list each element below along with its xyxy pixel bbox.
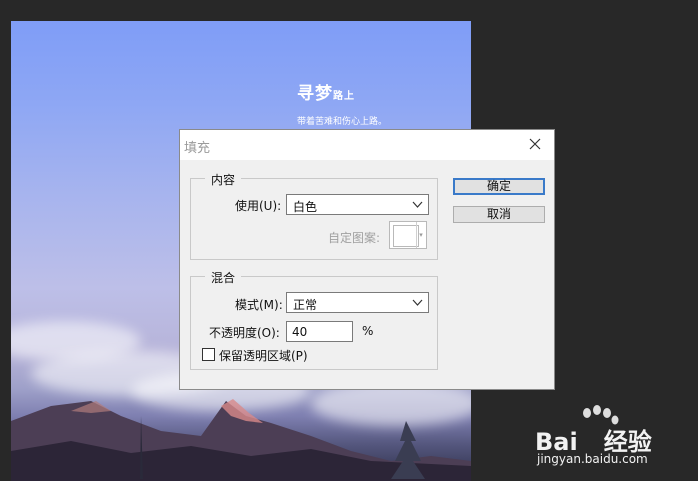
pattern-dropdown-icon: ▾	[416, 222, 425, 248]
blend-group-legend: 混合	[205, 269, 242, 286]
use-select-value: 白色	[293, 200, 318, 214]
use-label: 使用(U):	[235, 199, 282, 213]
content-group-legend: 内容	[205, 171, 242, 188]
content-group: 内容 使用(U): 白色 自定图案: ▾	[190, 171, 438, 260]
poster-title: 寻梦路上	[297, 84, 355, 104]
cancel-button[interactable]: 取消	[453, 206, 545, 223]
preserve-transparency-label[interactable]: 保留透明区域(P)	[219, 347, 308, 364]
blend-group: 混合 模式(M): 正常 不透明度(O): 40 % 保留透明区域(P)	[190, 269, 438, 370]
opacity-unit: %	[362, 324, 374, 338]
mode-select-value: 正常	[293, 298, 318, 312]
chevron-down-icon	[412, 299, 423, 306]
ok-button[interactable]: 确定	[453, 178, 545, 195]
fill-dialog: 填充 内容 使用(U): 白色 自定图案: ▾ 混合 模式(M): 正常 不透明…	[179, 129, 555, 390]
dialog-title: 填充	[184, 141, 211, 156]
custom-pattern-picker[interactable]: ▾	[389, 221, 427, 249]
custom-pattern-label: 自定图案:	[328, 231, 381, 245]
close-icon[interactable]	[526, 135, 544, 153]
dialog-titlebar[interactable]: 填充	[180, 130, 554, 160]
use-select[interactable]: 白色	[286, 194, 429, 215]
opacity-label: 不透明度(O):	[209, 326, 280, 340]
poster-subtitle: 带着苦难和伤心上路。	[297, 117, 388, 127]
mode-label: 模式(M):	[235, 298, 283, 312]
preserve-transparency-checkbox[interactable]	[202, 348, 215, 361]
opacity-value: 40	[292, 325, 308, 339]
watermark-url: jingyan.baidu.com	[537, 452, 648, 466]
chevron-down-icon	[412, 201, 423, 208]
mode-select[interactable]: 正常	[286, 292, 429, 313]
opacity-input[interactable]: 40	[286, 321, 353, 342]
